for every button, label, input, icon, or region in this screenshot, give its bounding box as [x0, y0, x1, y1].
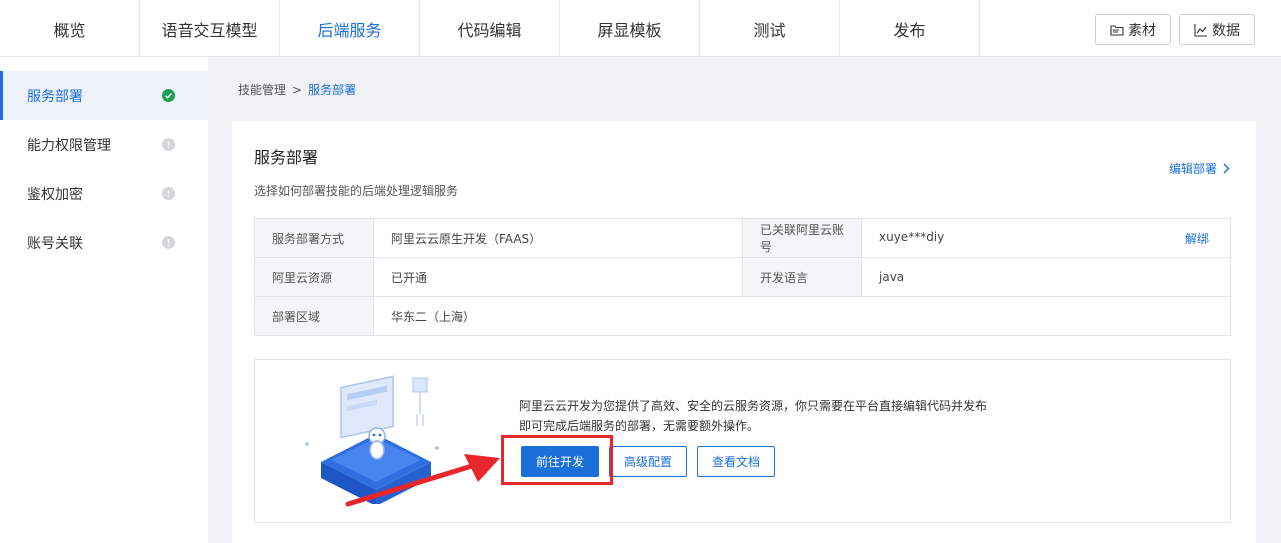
promo-actions: 前往开发 高级配置 查看文档: [521, 446, 776, 477]
resource-value: 已开通: [373, 257, 743, 297]
tab-backend-service[interactable]: 后端服务: [280, 0, 420, 57]
language-label: 开发语言: [742, 257, 862, 297]
linked-account-label: 已关联阿里云账号: [742, 218, 862, 258]
page-description: 选择如何部署技能的后端处理逻辑服务: [254, 184, 459, 198]
deploy-method-label: 服务部署方式: [254, 218, 374, 258]
main-panel: 服务部署 选择如何部署技能的后端处理逻辑服务 编辑部署 服务部署方式 阿里云云原…: [232, 121, 1256, 543]
chart-icon: [1194, 23, 1207, 37]
linked-account-value: xuye***diy: [879, 229, 945, 244]
folder-icon: [1110, 24, 1124, 36]
table-row: 部署区域 华东二（上海）: [254, 296, 1231, 336]
edit-deploy-link[interactable]: 编辑部署: [1169, 160, 1230, 177]
materials-button[interactable]: 素材: [1095, 14, 1171, 45]
deploy-method-value: 阿里云云原生开发（FAAS）: [373, 218, 743, 258]
chevron-right-icon: [1223, 163, 1230, 174]
advanced-config-button[interactable]: 高级配置: [609, 446, 688, 477]
sidebar-item-service-deploy[interactable]: 服务部署: [0, 71, 208, 120]
sidebar-item-auth-encrypt[interactable]: 鉴权加密: [0, 169, 208, 218]
breadcrumb: 技能管理 > 服务部署: [238, 81, 356, 98]
top-right-actions: 素材 数据: [1095, 14, 1255, 45]
info-icon: [162, 138, 175, 151]
sidebar-item-label: 服务部署: [27, 88, 83, 105]
tab-overview[interactable]: 概览: [0, 0, 140, 57]
sidebar-item-label: 能力权限管理: [27, 137, 111, 154]
breadcrumb-root[interactable]: 技能管理: [238, 81, 286, 98]
info-icon: [162, 236, 175, 249]
tab-test[interactable]: 测试: [700, 0, 840, 57]
cloud-dev-promo: 阿里云云开发为您提供了高效、安全的云服务资源，你只需要在平台直接编辑代码并发布即…: [254, 359, 1231, 523]
sidebar-item-permission[interactable]: 能力权限管理: [0, 120, 208, 169]
go-develop-button[interactable]: 前往开发: [521, 446, 600, 477]
data-label: 数据: [1212, 22, 1240, 39]
sidebar-item-label: 鉴权加密: [27, 186, 83, 203]
cloud-server-illustration: [305, 375, 439, 504]
deploy-info-table: 服务部署方式 阿里云云原生开发（FAAS） 已关联阿里云账号 xuye***di…: [254, 218, 1231, 336]
data-button[interactable]: 数据: [1179, 14, 1255, 45]
region-value: 华东二（上海）: [373, 296, 1231, 336]
sidebar: 服务部署 能力权限管理 鉴权加密 账号关联: [0, 57, 208, 543]
top-nav: 概览 语音交互模型 后端服务 代码编辑 屏显模板 测试 发布 素材 数据: [0, 0, 1281, 57]
resource-label: 阿里云资源: [254, 257, 374, 297]
linked-account-cell: xuye***diy 解绑: [861, 218, 1231, 258]
edit-deploy-label: 编辑部署: [1168, 162, 1217, 176]
breadcrumb-current: 服务部署: [308, 83, 357, 97]
promo-description: 阿里云云开发为您提供了高效、安全的云服务资源，你只需要在平台直接编辑代码并发布即…: [519, 399, 988, 433]
breadcrumb-separator: >: [292, 82, 303, 97]
table-row: 阿里云资源 已开通 开发语言 java: [254, 257, 1231, 297]
page-title: 服务部署: [254, 148, 319, 167]
region-label: 部署区域: [254, 296, 374, 336]
tab-code-edit[interactable]: 代码编辑: [420, 0, 560, 57]
check-icon: [162, 89, 175, 102]
tab-publish[interactable]: 发布: [840, 0, 980, 57]
tab-voice-model[interactable]: 语音交互模型: [140, 0, 280, 57]
view-docs-button[interactable]: 查看文档: [697, 446, 776, 477]
table-row: 服务部署方式 阿里云云原生开发（FAAS） 已关联阿里云账号 xuye***di…: [254, 218, 1231, 258]
language-value: java: [861, 257, 1231, 297]
sidebar-item-label: 账号关联: [27, 235, 83, 252]
tab-screen-template[interactable]: 屏显模板: [560, 0, 700, 57]
materials-label: 素材: [1128, 22, 1156, 39]
info-icon: [162, 187, 175, 200]
unbind-link[interactable]: 解绑: [1185, 230, 1209, 247]
sidebar-item-account-link[interactable]: 账号关联: [0, 218, 208, 267]
